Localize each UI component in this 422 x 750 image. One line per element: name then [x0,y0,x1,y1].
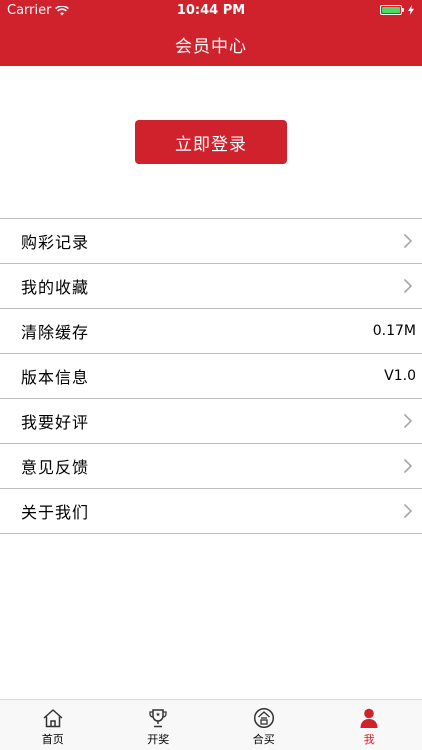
login-button[interactable]: 立即登录 [135,120,287,164]
chevron-right-icon [403,413,413,429]
menu-item-label: 关于我们 [21,503,90,522]
page-title: 会员中心 [175,37,247,57]
trophy-icon [149,709,167,728]
chevron-right-icon [403,458,413,474]
status-bar: Carrier 10:44 PM [0,0,422,22]
tab-bar: 首页 开奖 合买 我 [0,699,422,750]
tab-group-buy[interactable]: 合买 [211,700,317,750]
battery-icon [380,5,404,15]
group-buy-icon [253,707,274,729]
menu-item-clear-cache[interactable]: 清除缓存 0.17M [0,309,422,354]
menu-item-about-us[interactable]: 关于我们 [0,489,422,534]
menu-item-version-info[interactable]: 版本信息 V1.0 [0,354,422,399]
menu-item-label: 我的收藏 [21,278,90,297]
menu-item-label: 购彩记录 [21,233,90,252]
menu-item-label: 清除缓存 [21,323,90,342]
cache-size-value: 0.17M [372,323,416,339]
settings-menu: 购彩记录 我的收藏 清除缓存 0.17M 版本信息 V1.0 我要好评 意见反馈… [0,218,422,534]
menu-item-feedback[interactable]: 意见反馈 [0,444,422,489]
tab-home[interactable]: 首页 [0,700,106,750]
menu-item-favorites[interactable]: 我的收藏 [0,264,422,309]
battery-group [380,5,414,15]
menu-item-label: 版本信息 [21,368,90,387]
tab-label: 首页 [41,733,64,746]
chevron-right-icon [403,503,413,519]
charging-icon [408,5,414,15]
chevron-right-icon [403,278,413,294]
home-icon [43,709,63,728]
clock: 10:44 PM [176,3,246,18]
tab-label: 我 [363,733,375,746]
chevron-right-icon [403,233,413,249]
tab-label: 合买 [252,733,275,746]
menu-item-label: 意见反馈 [21,458,90,477]
tab-me[interactable]: 我 [317,700,422,750]
menu-item-purchase-records[interactable]: 购彩记录 [0,219,422,264]
tab-label: 开奖 [147,733,170,746]
menu-item-label: 我要好评 [21,413,90,432]
menu-item-rate-app[interactable]: 我要好评 [0,399,422,444]
tab-draw-results[interactable]: 开奖 [106,700,212,750]
top-bar: Carrier 10:44 PM 会员中心 [0,0,422,66]
version-value: V1.0 [384,368,416,384]
user-icon [360,708,378,728]
